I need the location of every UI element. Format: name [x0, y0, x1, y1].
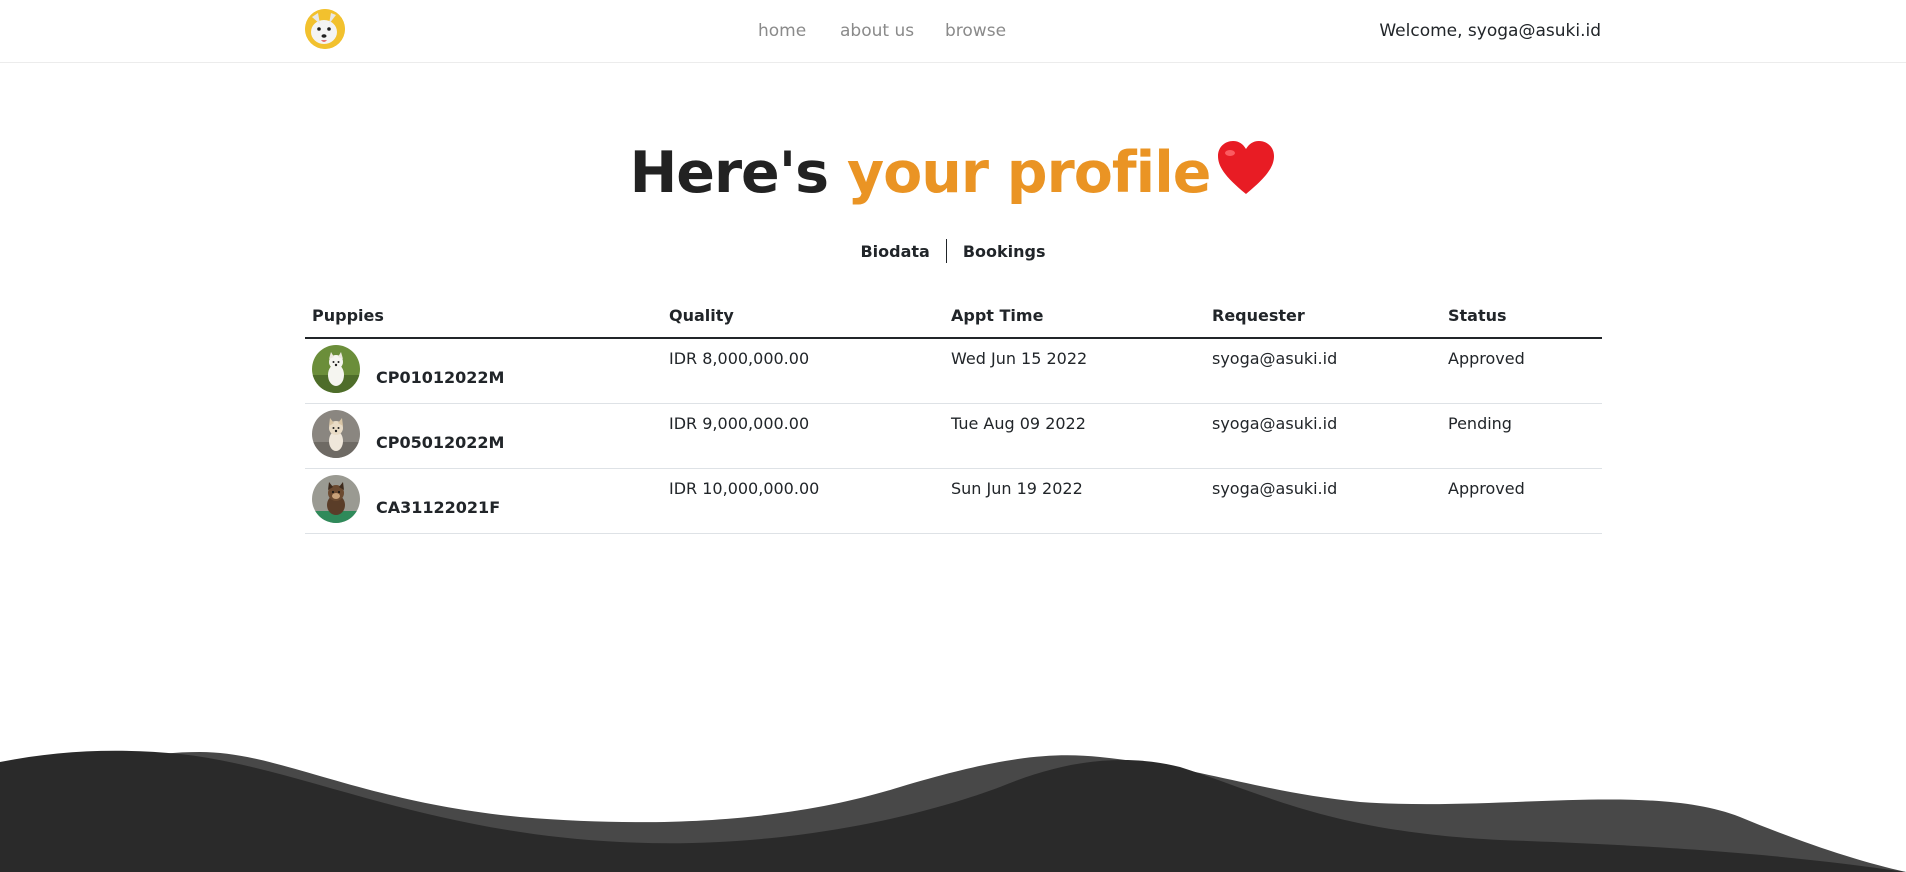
page-title-accent: your profile [846, 140, 1211, 206]
cell-status: Approved [1441, 468, 1602, 534]
page-title-start: Here's [629, 140, 847, 206]
cell-status: Approved [1441, 338, 1602, 404]
header-puppies: Puppies [305, 296, 662, 339]
footer-wave [0, 750, 1906, 872]
header-status: Status [1441, 296, 1602, 339]
cell-appt-time: Tue Aug 09 2022 [944, 403, 1205, 469]
cell-quality: IDR 8,000,000.00 [662, 338, 944, 404]
puppy-avatar[interactable] [312, 345, 360, 393]
tab-divider [945, 239, 947, 263]
puppy-id[interactable]: CA31122021F [376, 498, 500, 517]
tab-bookings[interactable]: Bookings [963, 242, 1046, 261]
cell-quality: IDR 10,000,000.00 [662, 468, 944, 534]
table-header-row: Puppies Quality Appt Time Requester Stat… [305, 296, 1602, 339]
heart-icon [1216, 140, 1276, 210]
cell-requester: syoga@asuki.id [1205, 403, 1441, 469]
cell-appt-time: Sun Jun 19 2022 [944, 468, 1205, 534]
puppy-id[interactable]: CP05012022M [376, 433, 504, 452]
header-appt-time: Appt Time [944, 296, 1205, 339]
welcome-user-text[interactable]: Welcome, syoga@asuki.id [1379, 21, 1601, 41]
header-requester: Requester [1205, 296, 1441, 339]
nav-about-us-link[interactable]: about us [840, 21, 914, 41]
cell-requester: syoga@asuki.id [1205, 338, 1441, 404]
cell-requester: syoga@asuki.id [1205, 468, 1441, 534]
navbar: home about us browse Welcome, syoga@asuk… [0, 0, 1906, 63]
profile-tabs: Biodata Bookings [0, 239, 1906, 263]
page-title: Here's your profile [0, 140, 1906, 210]
cell-status: Pending [1441, 403, 1602, 469]
tab-biodata[interactable]: Biodata [860, 242, 929, 261]
logo-dog-icon[interactable] [305, 9, 345, 49]
cell-appt-time: Wed Jun 15 2022 [944, 338, 1205, 404]
nav-home-link[interactable]: home [758, 21, 806, 41]
table-row[interactable]: CA31122021F IDR 10,000,000.00 Sun Jun 19… [305, 468, 1602, 534]
table-row[interactable]: CP01012022M IDR 8,000,000.00 Wed Jun 15 … [305, 338, 1602, 404]
table-row[interactable]: CP05012022M IDR 9,000,000.00 Tue Aug 09 … [305, 403, 1602, 469]
puppy-avatar[interactable] [312, 475, 360, 523]
puppy-avatar[interactable] [312, 410, 360, 458]
puppy-id[interactable]: CP01012022M [376, 368, 504, 387]
bookings-table: Puppies Quality Appt Time Requester Stat… [305, 296, 1602, 534]
cell-quality: IDR 9,000,000.00 [662, 403, 944, 469]
nav-browse-link[interactable]: browse [945, 21, 1006, 41]
header-quality: Quality [662, 296, 944, 339]
